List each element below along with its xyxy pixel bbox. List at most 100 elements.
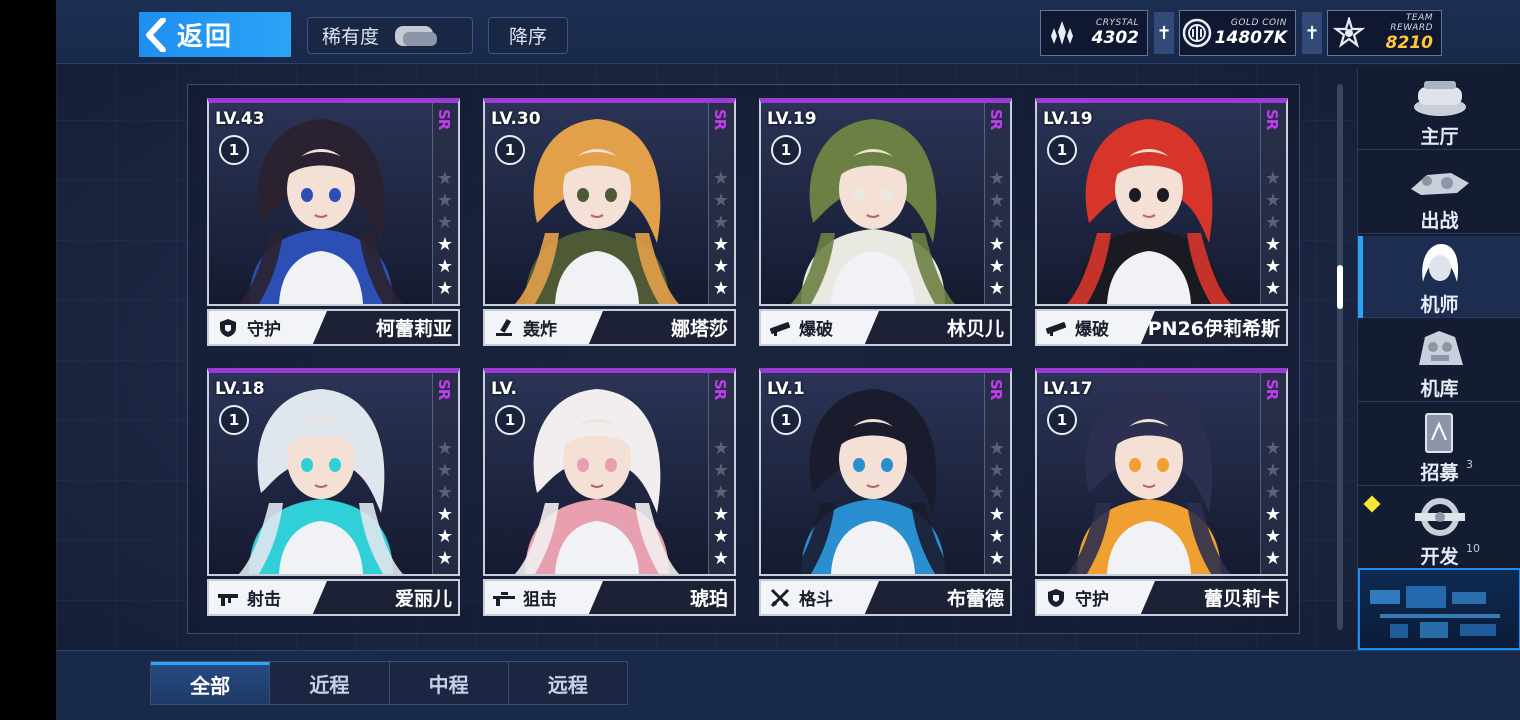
- pilot-role: 轰炸: [485, 311, 603, 344]
- pilot-role: 爆破: [1037, 311, 1155, 344]
- shield-icon: [1045, 587, 1067, 609]
- nav-item[interactable]: 机库: [1358, 320, 1520, 402]
- mortar-icon: [493, 317, 515, 339]
- pilot-portrait: [209, 373, 458, 574]
- star-icon: ★: [436, 504, 454, 525]
- star-icon: ★: [1264, 256, 1282, 277]
- pilot-badge: 1: [771, 405, 801, 435]
- star-icon: ★: [712, 482, 730, 503]
- range-tab[interactable]: 中程: [389, 662, 509, 704]
- base-map-thumbnail[interactable]: [1358, 568, 1520, 650]
- star-icon: ★: [436, 168, 454, 189]
- rarity-sort-label: 稀有度: [322, 26, 380, 48]
- rank-label: SR: [1263, 379, 1281, 400]
- pilot-role-label: 轰炸: [523, 320, 557, 340]
- star-icon: ★: [988, 460, 1006, 481]
- pilot-level: LV.1: [767, 379, 805, 399]
- range-filter-tabs: 全部 近程 中程 远程: [150, 661, 628, 705]
- pilot-badge: 1: [219, 405, 249, 435]
- pilot-card[interactable]: LV.43 1 SR ★ ★ ★ ★ ★ ★ 守护 柯蕾莉亚: [207, 98, 460, 346]
- pilot-role-label: 爆破: [799, 320, 833, 340]
- rank-label: SR: [435, 379, 453, 400]
- rank-label: SR: [987, 109, 1005, 130]
- gold-counter: GOLD COIN 14807K: [1179, 10, 1296, 56]
- pilot-name: 蕾贝莉卡: [1203, 588, 1280, 610]
- nav-item[interactable]: 主厅: [1358, 68, 1520, 150]
- pilot-info-bar: 狙击 琥珀: [483, 579, 736, 616]
- top-bar: 返回 稀有度 降序 CRYSTAL 4302 ✝ GOLD COIN 14807…: [56, 0, 1520, 64]
- pilot-badge: 1: [219, 135, 249, 165]
- star-icon: ★: [436, 256, 454, 277]
- pilot-art-frame: LV.19 1 SR ★ ★ ★ ★ ★ ★: [759, 98, 1012, 306]
- pilot-card[interactable]: LV.17 1 SR ★ ★ ★ ★ ★ ★ 守护 蕾贝莉卡: [1035, 368, 1288, 616]
- pilot-art-frame: LV. 1 SR ★ ★ ★ ★ ★ ★: [483, 368, 736, 576]
- develop-icon: [1405, 494, 1475, 540]
- order-button[interactable]: 降序: [488, 17, 568, 54]
- rank-label: SR: [435, 109, 453, 130]
- range-tab[interactable]: 近程: [270, 662, 390, 704]
- nav-item[interactable]: 出战: [1358, 152, 1520, 234]
- pilot-card[interactable]: LV.18 1 SR ★ ★ ★ ★ ★ ★ 射击 爱丽儿: [207, 368, 460, 616]
- pilot-card[interactable]: LV.30 1 SR ★ ★ ★ ★ ★ ★ 轰炸 娜塔莎: [483, 98, 736, 346]
- pilot-card[interactable]: LV.19 1 SR ★ ★ ★ ★ ★ ★ 爆破 林贝儿: [759, 98, 1012, 346]
- star-icon: ★: [988, 256, 1006, 277]
- star-icon: ★: [712, 526, 730, 547]
- pilot-level: LV.18: [215, 379, 265, 399]
- back-button[interactable]: 返回: [139, 12, 291, 57]
- star-icon: ★: [988, 212, 1006, 233]
- star-icon: ★: [712, 504, 730, 525]
- rank-strip: SR ★ ★ ★ ★ ★ ★: [984, 103, 1010, 304]
- pilot-portrait: [761, 103, 1010, 304]
- pilot-role-label: 格斗: [799, 590, 833, 610]
- star-icon: ★: [1264, 548, 1282, 569]
- star-icon: ★: [436, 482, 454, 503]
- star-icon: ★: [1264, 482, 1282, 503]
- pilot-card[interactable]: LV. 1 SR ★ ★ ★ ★ ★ ★ 狙击 琥珀: [483, 368, 736, 616]
- scrollbar-track[interactable]: [1337, 84, 1343, 630]
- hangar-icon: [1405, 326, 1475, 372]
- range-tab[interactable]: 远程: [508, 662, 627, 704]
- pilot-name: 布蕾德: [946, 588, 1004, 610]
- pilot-info-bar: 轰炸 娜塔莎: [483, 309, 736, 346]
- nav-item[interactable]: 招募 3: [1358, 404, 1520, 486]
- pilot-portrait: [485, 373, 734, 574]
- nav-item-label: 机师: [1420, 294, 1459, 316]
- star-rating: ★ ★ ★ ★ ★ ★: [711, 439, 731, 569]
- star-icon: ★: [1264, 190, 1282, 211]
- side-nav: 主厅 出战 机师 机库 招募 3 开发 10: [1357, 68, 1520, 650]
- star-icon: ★: [1264, 212, 1282, 233]
- pilot-card[interactable]: LV.19 1 SR ★ ★ ★ ★ ★ ★ 爆破 PN26伊莉希斯: [1035, 98, 1288, 346]
- star-icon: ★: [712, 548, 730, 569]
- star-rating: ★ ★ ★ ★ ★ ★: [435, 439, 455, 569]
- swords-icon: [769, 587, 791, 609]
- pilot-name: PN26伊莉希斯: [1147, 318, 1280, 340]
- pilot-card[interactable]: LV.1 1 SR ★ ★ ★ ★ ★ ★ 格斗 布蕾德: [759, 368, 1012, 616]
- star-icon: ★: [712, 256, 730, 277]
- crystal-icon: [1041, 11, 1083, 55]
- star-icon: ★: [712, 438, 730, 459]
- pilot-role-label: 守护: [1075, 590, 1109, 610]
- nav-item[interactable]: 开发 10: [1358, 488, 1520, 570]
- star-icon: ★: [1264, 526, 1282, 547]
- hall-icon: [1405, 74, 1475, 120]
- star-icon: ★: [988, 234, 1006, 255]
- pilot-portrait: [1037, 373, 1286, 574]
- rarity-sort-button[interactable]: 稀有度: [307, 17, 473, 54]
- star-rating: ★ ★ ★ ★ ★ ★: [987, 169, 1007, 299]
- add-crystal-button[interactable]: ✝: [1154, 12, 1174, 54]
- add-gold-button[interactable]: ✝: [1302, 12, 1322, 54]
- scrollbar-thumb[interactable]: [1337, 265, 1343, 309]
- star-icon: ★: [436, 438, 454, 459]
- rank-strip: SR ★ ★ ★ ★ ★ ★: [432, 373, 458, 574]
- nav-item[interactable]: 机师: [1358, 236, 1520, 318]
- pilot-badge: 1: [495, 405, 525, 435]
- range-tab[interactable]: 全部: [151, 662, 271, 704]
- pilot-role: 狙击: [485, 581, 603, 614]
- rank-strip: SR ★ ★ ★ ★ ★ ★: [1260, 103, 1286, 304]
- new-indicator-icon: [1363, 495, 1381, 513]
- back-label: 返回: [177, 22, 234, 52]
- star-icon: ★: [1264, 234, 1282, 255]
- star-rating: ★ ★ ★ ★ ★ ★: [711, 169, 731, 299]
- pilot-art-frame: LV.43 1 SR ★ ★ ★ ★ ★ ★: [207, 98, 460, 306]
- star-icon: ★: [436, 234, 454, 255]
